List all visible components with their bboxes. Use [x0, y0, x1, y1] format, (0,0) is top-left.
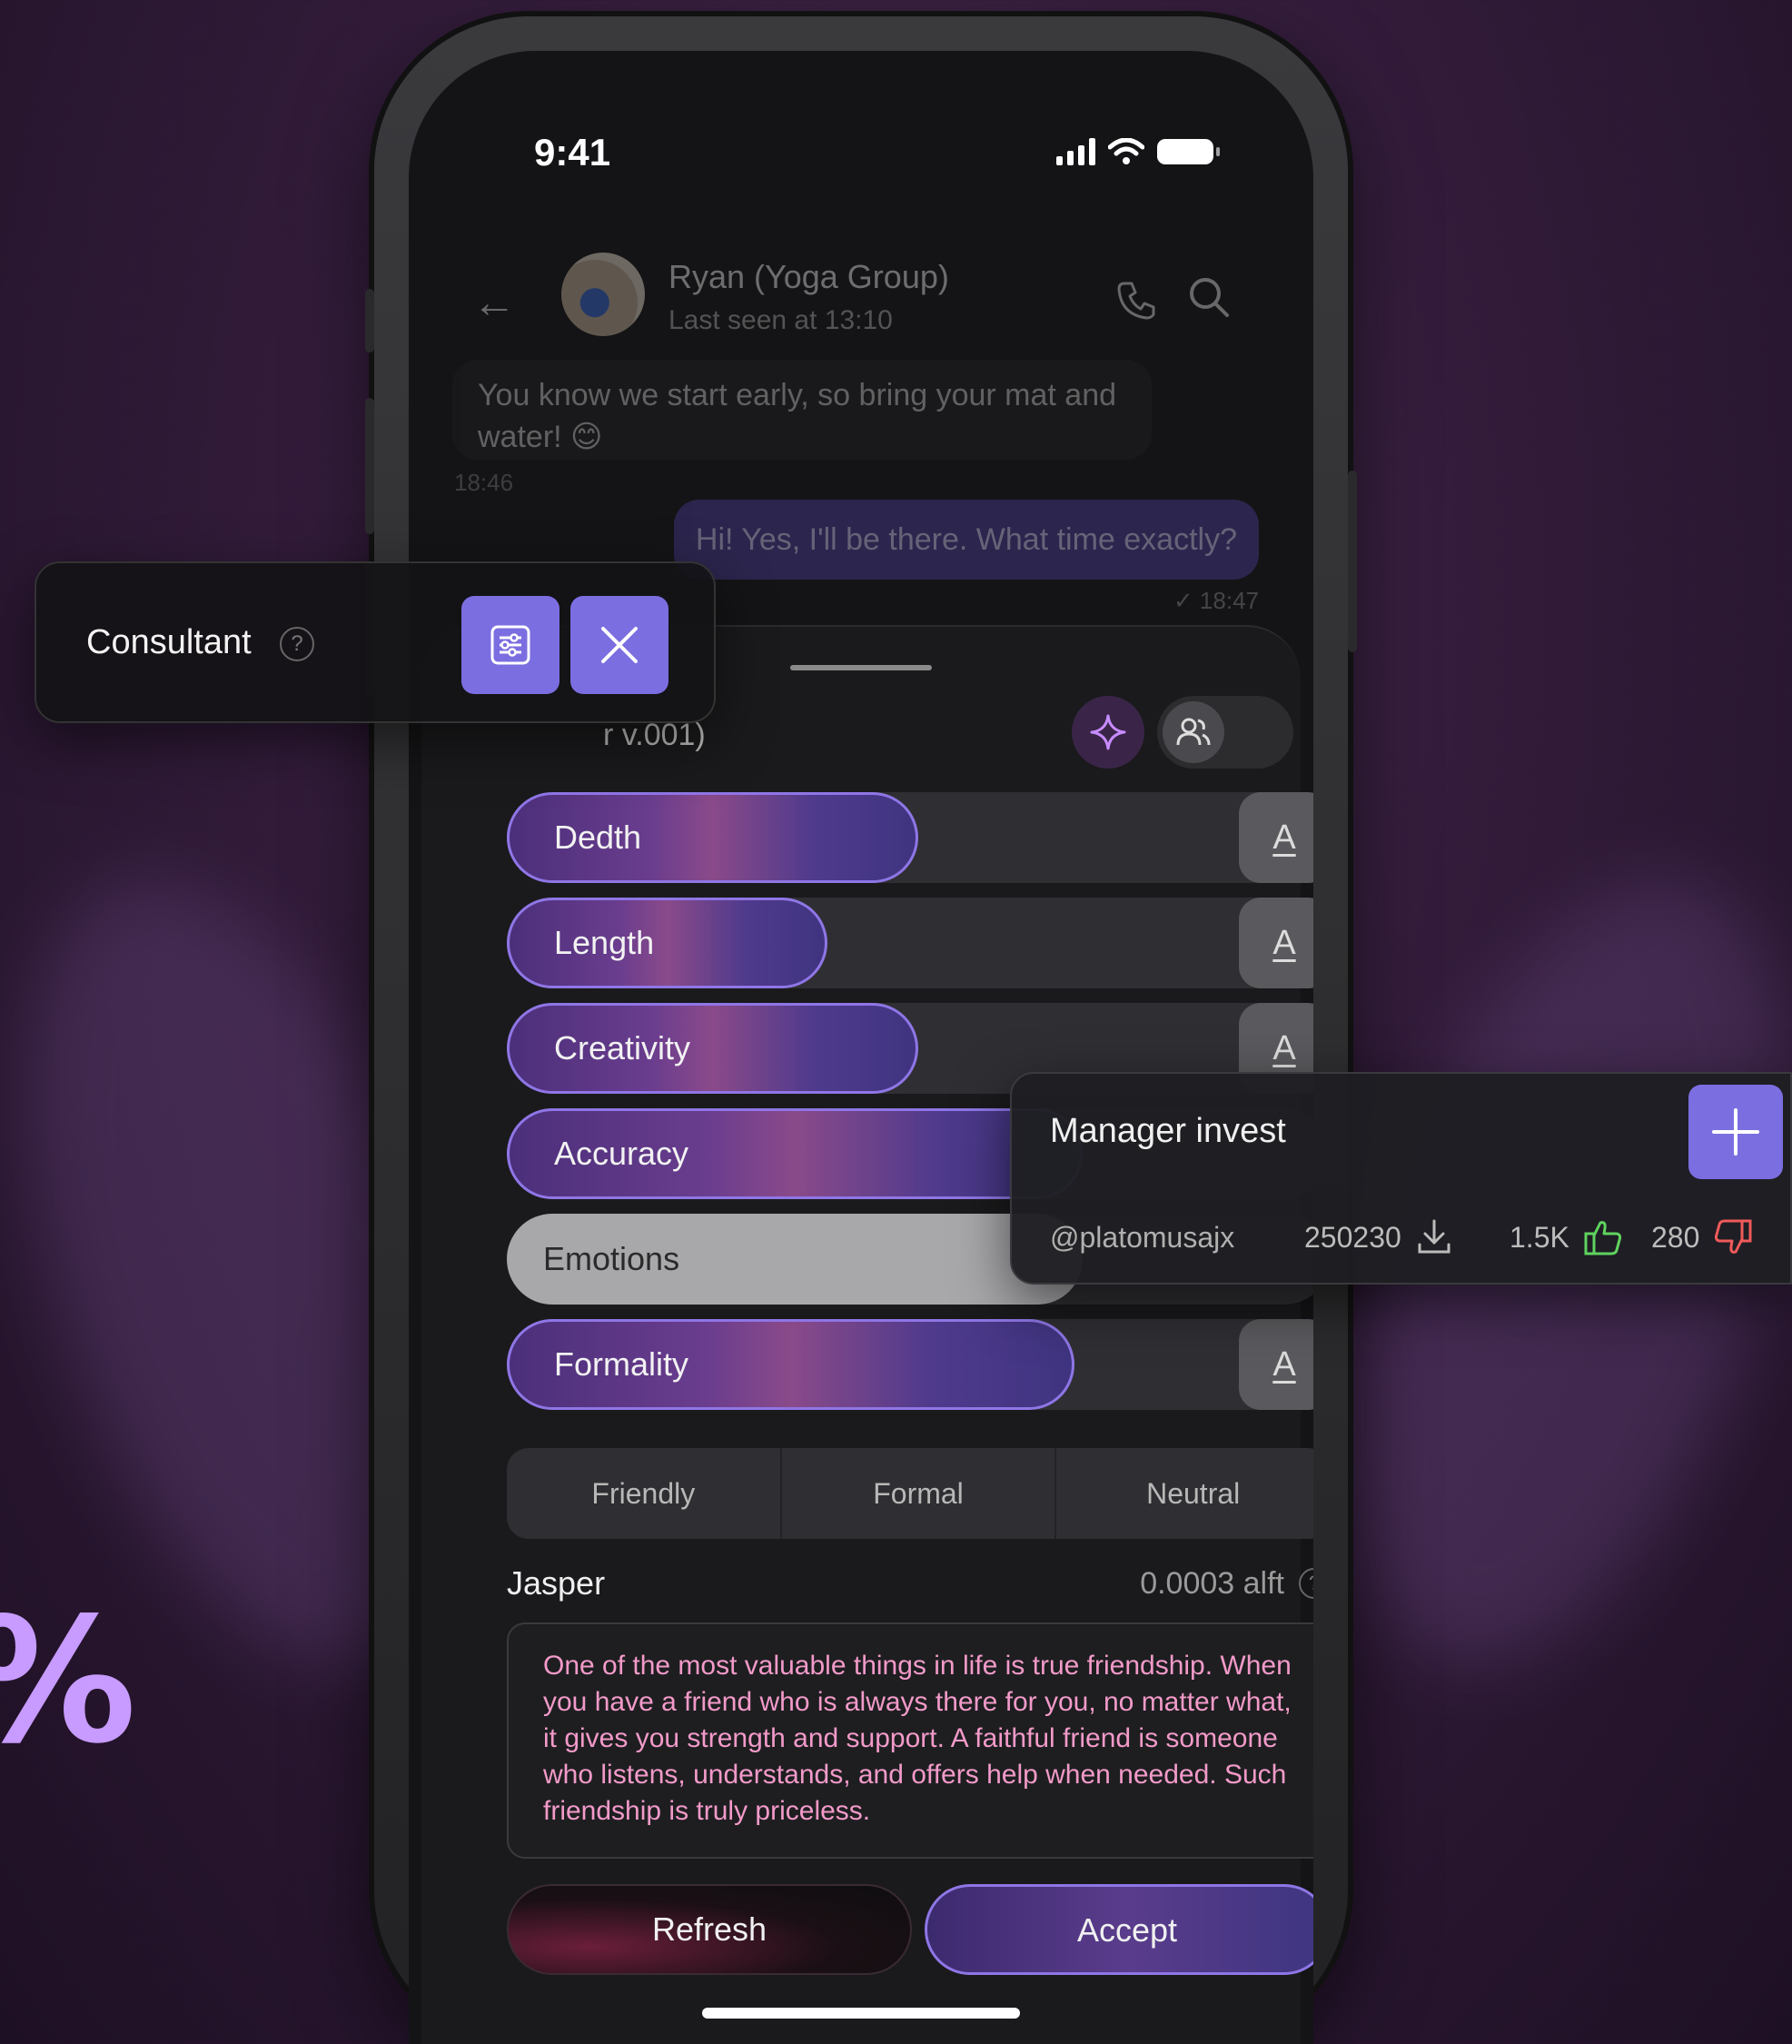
tone-option-friendly[interactable]: Friendly [507, 1448, 782, 1539]
dislike-count[interactable]: 280 [1651, 1217, 1754, 1257]
sliders-settings-icon [490, 625, 530, 665]
thumbs-up-icon [1584, 1221, 1621, 1255]
font-style-button[interactable]: A [1239, 898, 1313, 988]
slider-formality[interactable]: Formality A [507, 1319, 1313, 1410]
dislike-count-value: 280 [1651, 1220, 1700, 1254]
settings-button[interactable] [461, 596, 559, 694]
manager-card-title: Manager invest [1050, 1112, 1286, 1150]
users-icon [1176, 718, 1211, 746]
ai-assistant-sheet: r v.001) Dedth A Length A Creativity A A… [421, 625, 1313, 2044]
letter-a-icon: A [1272, 1028, 1296, 1067]
help-icon[interactable]: ? [1299, 1568, 1313, 1599]
close-icon [601, 627, 638, 663]
decorative-percent: % [0, 1581, 136, 1781]
thumbs-down-icon [1715, 1219, 1752, 1254]
sparkle-icon [1090, 714, 1126, 750]
manager-invest-card: Manager invest @platomusajx 250230 1.5K … [1010, 1072, 1792, 1285]
power-button [1348, 471, 1357, 652]
slider-label: Dedth [554, 819, 642, 856]
model-info: Jasper 0.0003 alft ? [507, 1564, 1313, 1610]
add-button[interactable] [1688, 1085, 1783, 1179]
incoming-message: You know we start early, so bring your m… [452, 360, 1152, 460]
slider-label: Creativity [554, 1029, 691, 1067]
tone-option-formal[interactable]: Formal [782, 1448, 1057, 1539]
phone-call-icon[interactable] [1115, 278, 1159, 322]
font-style-button[interactable]: A [1239, 1319, 1313, 1410]
volume-up-button [365, 398, 374, 534]
close-button[interactable] [570, 596, 668, 694]
toggle-knob [1163, 701, 1224, 763]
like-count-value: 1.5K [1510, 1220, 1569, 1254]
letter-a-icon: A [1272, 1344, 1296, 1384]
slider-length[interactable]: Length A [507, 898, 1313, 988]
like-count[interactable]: 1.5K [1510, 1217, 1624, 1257]
font-style-button[interactable]: A [1239, 792, 1313, 883]
help-icon[interactable]: ? [280, 627, 314, 661]
author-handle[interactable]: @platomusajx [1050, 1221, 1234, 1255]
download-count[interactable]: 250230 [1304, 1217, 1454, 1257]
phone-screen: 9:41 ← Ryan (Yoga Group) Last seen at 13… [409, 51, 1313, 2044]
tone-selector: Friendly Formal Neutral [507, 1448, 1313, 1539]
phone-frame: 9:41 ← Ryan (Yoga Group) Last seen at 13… [365, 16, 1357, 2044]
slider-label: Accuracy [554, 1135, 689, 1172]
outgoing-message-time: ✓ 18:47 [1173, 587, 1259, 614]
contact-name: Ryan (Yoga Group) [668, 258, 949, 295]
consultant-card: Consultant ? [35, 561, 716, 723]
download-count-value: 250230 [1304, 1220, 1401, 1254]
slider-label: Length [554, 924, 655, 961]
model-name: Jasper [507, 1564, 606, 1602]
home-indicator [702, 2008, 1020, 2019]
generated-text-output[interactable]: One of the most valuable things in life … [507, 1622, 1313, 1859]
slider-label: Formality [554, 1345, 689, 1383]
plus-icon [1712, 1108, 1759, 1156]
letter-a-icon: A [1272, 923, 1296, 962]
incoming-message-time: 18:46 [454, 469, 514, 496]
group-mode-toggle[interactable] [1157, 696, 1293, 769]
consultant-title: Consultant [86, 623, 252, 661]
slider-depth[interactable]: Dedth A [507, 792, 1313, 883]
download-icon [1418, 1219, 1450, 1254]
letter-a-icon: A [1272, 818, 1296, 857]
slider-label: Emotions [543, 1240, 680, 1277]
contact-last-seen: Last seen at 13:10 [668, 305, 893, 335]
refresh-button[interactable]: Refresh [507, 1884, 912, 1975]
accept-button[interactable]: Accept [925, 1884, 1313, 1975]
chat-background: ← Ryan (Yoga Group) Last seen at 13:10 Y… [409, 51, 1313, 650]
avatar[interactable] [561, 253, 645, 336]
back-arrow-icon[interactable]: ← [472, 278, 516, 328]
ai-sparkle-button[interactable] [1072, 696, 1144, 769]
tone-option-neutral[interactable]: Neutral [1056, 1448, 1313, 1539]
sheet-drag-handle[interactable] [790, 665, 932, 670]
mute-switch [365, 289, 374, 352]
outgoing-message: Hi! Yes, I'll be there. What time exactl… [673, 500, 1259, 580]
model-cost: 0.0003 alft [1140, 1566, 1284, 1601]
search-icon[interactable] [1186, 274, 1232, 320]
